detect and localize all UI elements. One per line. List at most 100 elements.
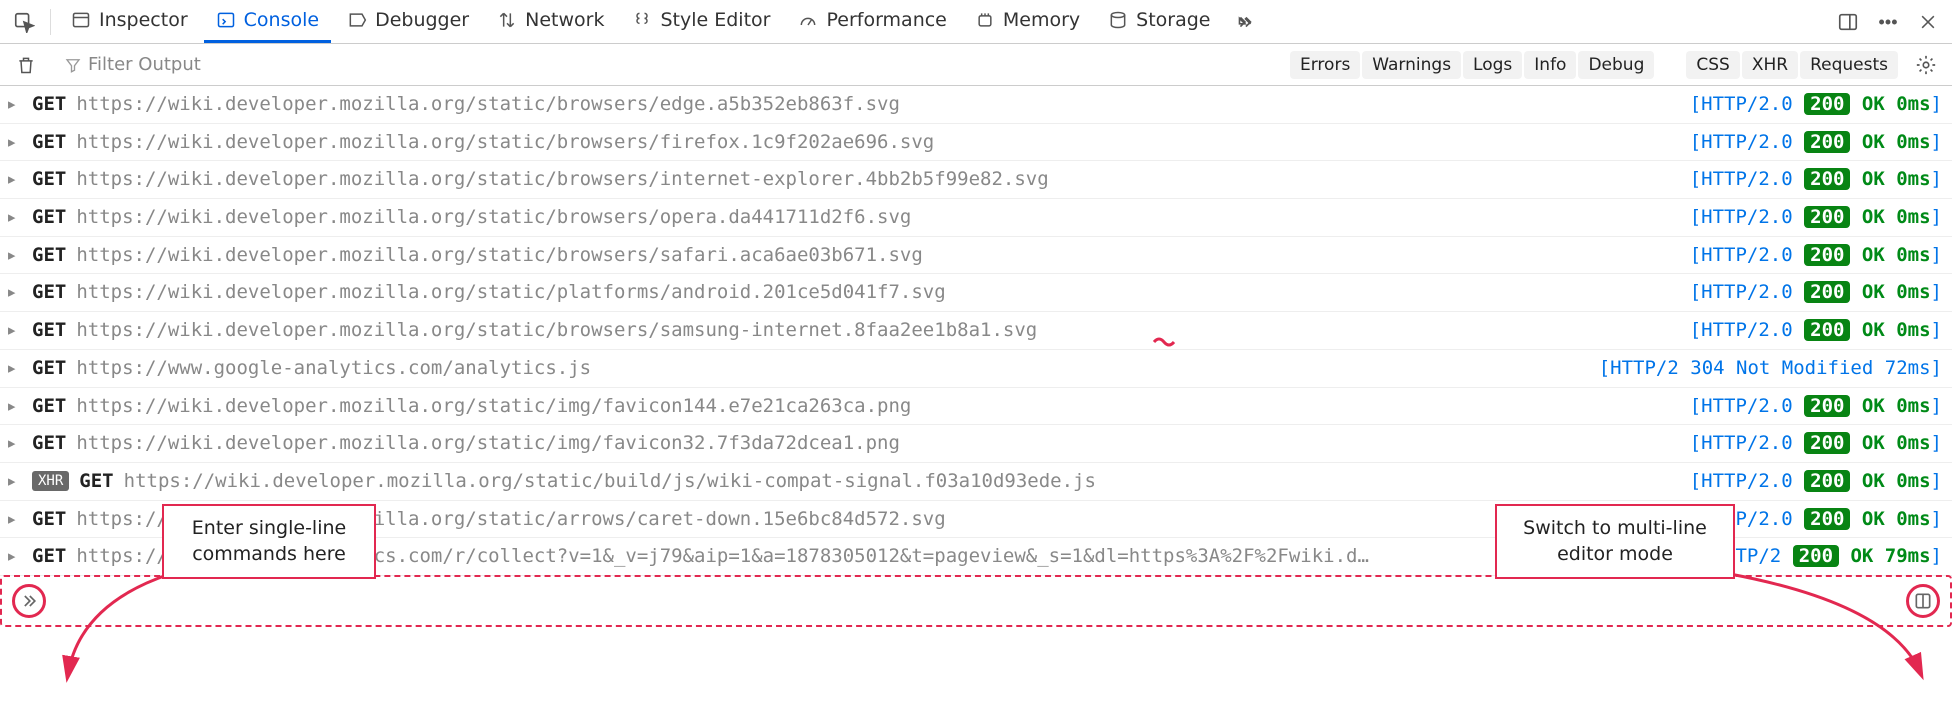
request-url[interactable]: https://wiki.developer.mozilla.org/stati… [76, 130, 1679, 155]
clear-console-button[interactable] [8, 47, 44, 83]
devtools-tabs: Inspector Console Debugger Network Style… [0, 0, 1952, 44]
tab-performance[interactable]: Performance [786, 0, 958, 43]
request-url[interactable]: https://wiki.developer.mozilla.org/stati… [76, 318, 1679, 343]
tab-label: Debugger [375, 9, 469, 31]
annotation-multi-line: Switch to multi-line editor mode [1495, 504, 1735, 579]
console-settings-button[interactable] [1908, 47, 1944, 83]
filter-xhr[interactable]: XHR [1742, 51, 1798, 79]
expand-arrow-icon[interactable]: ▸ [6, 280, 22, 305]
xhr-badge: XHR [32, 471, 69, 491]
request-url[interactable]: https://wiki.developer.mozilla.org/stati… [76, 167, 1679, 192]
annotation-arrow-left-icon [50, 564, 180, 704]
filter-debug[interactable]: Debug [1578, 51, 1654, 79]
expand-arrow-icon[interactable]: ▸ [6, 469, 22, 494]
request-status: [HTTP/2.0 200 OK 0ms] [1690, 280, 1942, 305]
request-status: [HTTP/2.0 200 OK 0ms] [1690, 130, 1942, 155]
close-devtools-button[interactable] [1910, 4, 1946, 40]
pick-element-button[interactable] [6, 4, 42, 40]
request-url[interactable]: https://wiki.developer.mozilla.org/stati… [76, 205, 1679, 230]
console-network-row[interactable]: ▸ GET https://wiki.developer.mozilla.org/s… [0, 237, 1952, 275]
tab-style-editor[interactable]: Style Editor [620, 0, 782, 43]
dock-side-button[interactable] [1830, 4, 1866, 40]
meatballs-menu-button[interactable] [1870, 4, 1906, 40]
tab-network[interactable]: Network [485, 0, 616, 43]
console-network-row[interactable]: ▸ GET https://wiki.developer.mozilla.org/s… [0, 199, 1952, 237]
tab-label: Memory [1003, 9, 1080, 31]
overflow-tabs-button[interactable] [1227, 4, 1263, 40]
expand-arrow-icon[interactable]: ▸ [6, 431, 22, 456]
console-network-row[interactable]: ▸GEThttps://wiki.developer.mozilla.org/s… [0, 388, 1952, 426]
console-network-row[interactable]: ▸ GET https://wiki.developer.mozilla.org/s… [0, 161, 1952, 199]
console-toolbar: Filter Output Errors Warnings Logs Info … [0, 44, 1952, 86]
request-method: GET [32, 280, 66, 305]
request-method: GET [32, 507, 66, 532]
expand-arrow-icon[interactable]: ▸ [6, 167, 22, 192]
request-method: GET [32, 130, 66, 155]
request-method: GET [32, 92, 66, 117]
console-input-row[interactable] [0, 575, 1952, 627]
request-method: GET [32, 356, 66, 381]
request-url[interactable]: https://wiki.developer.mozilla.org/stati… [76, 92, 1679, 117]
tab-label: Style Editor [660, 9, 770, 31]
request-status: [HTTP/2.0 200 OK 0ms] [1690, 318, 1942, 343]
request-method: GET [32, 205, 66, 230]
annotation-single-line: Enter single-line commands here [162, 504, 376, 579]
request-status: [HTTP/2.0 200 OK 0ms] [1690, 167, 1942, 192]
console-network-row[interactable]: ▸GEThttps://wiki.developer.mozilla.org/s… [0, 425, 1952, 463]
filter-info[interactable]: Info [1524, 51, 1576, 79]
console-network-row[interactable]: ▸ GET https://wiki.developer.mozilla.org/s… [0, 124, 1952, 162]
filter-errors[interactable]: Errors [1290, 51, 1360, 79]
request-status: [HTTP/2.0 200 OK 0ms] [1690, 469, 1942, 494]
tab-label: Performance [826, 9, 946, 31]
expand-arrow-icon[interactable]: ▸ [6, 243, 22, 268]
console-network-row[interactable]: ▸ GET https://wiki.developer.mozilla.org/s… [0, 274, 1952, 312]
filter-output-input[interactable]: Filter Output [64, 50, 1280, 80]
request-method: GET [32, 243, 66, 268]
console-network-row[interactable]: ▸ GET https://www.google-analytics.com/ana… [0, 350, 1952, 388]
request-url[interactable]: https://wiki.developer.mozilla.org/stati… [76, 243, 1679, 268]
tab-console[interactable]: Console [204, 0, 331, 43]
tab-memory[interactable]: Memory [963, 0, 1092, 43]
funnel-icon [64, 56, 82, 74]
tab-inspector[interactable]: Inspector [59, 0, 200, 43]
tab-label: Storage [1136, 9, 1210, 31]
scribble-mark-icon [1152, 334, 1192, 348]
tab-label: Network [525, 9, 604, 31]
tab-storage[interactable]: Storage [1096, 0, 1222, 43]
expand-arrow-icon[interactable]: ▸ [6, 356, 22, 381]
request-url[interactable]: https://wiki.developer.mozilla.org/stati… [76, 280, 1679, 305]
tab-label: Console [244, 9, 319, 31]
request-url[interactable]: https://www.google-analytics.com/analyti… [76, 356, 1588, 381]
request-status: [HTTP/2.0 200 OK 0ms] [1690, 394, 1942, 419]
filter-warnings[interactable]: Warnings [1362, 51, 1461, 79]
console-network-row[interactable]: ▸GEThttps://wiki.developer.mozilla.org/s… [0, 312, 1952, 350]
request-status: [HTTP/2.0 200 OK 0ms] [1690, 205, 1942, 230]
console-network-row[interactable]: ▸ XHR GET https://wiki.developer.mozilla.or… [0, 463, 1952, 501]
level-filter-group: Errors Warnings Logs Info Debug [1290, 51, 1654, 79]
filter-logs[interactable]: Logs [1463, 51, 1522, 79]
tab-debugger[interactable]: Debugger [335, 0, 481, 43]
tab-label: Inspector [99, 9, 188, 31]
net-filter-group: CSS XHR Requests [1686, 51, 1898, 79]
expand-arrow-icon[interactable]: ▸ [6, 92, 22, 117]
request-url[interactable]: https://wiki.developer.mozilla.org/stati… [124, 469, 1680, 494]
console-prompt-icon[interactable] [12, 584, 46, 618]
filter-css[interactable]: CSS [1686, 51, 1739, 79]
expand-arrow-icon[interactable]: ▸ [6, 130, 22, 155]
filter-requests[interactable]: Requests [1800, 51, 1898, 79]
console-output: ▸ GET https://wiki.developer.mozilla.org/s… [0, 86, 1952, 576]
request-status: [HTTP/2.0 200 OK 0ms] [1690, 92, 1942, 117]
console-network-row[interactable]: ▸ GET https://wiki.developer.mozilla.org/s… [0, 86, 1952, 124]
expand-arrow-icon[interactable]: ▸ [6, 544, 22, 569]
request-method: GET [79, 469, 113, 494]
expand-arrow-icon[interactable]: ▸ [6, 394, 22, 419]
request-method: GET [32, 167, 66, 192]
expand-arrow-icon[interactable]: ▸ [6, 507, 22, 532]
expand-arrow-icon[interactable]: ▸ [6, 205, 22, 230]
filter-placeholder: Filter Output [88, 54, 201, 75]
separator [50, 9, 51, 35]
request-status: [HTTP/2.0 200 OK 0ms] [1690, 431, 1942, 456]
request-url[interactable]: https://wiki.developer.mozilla.org/stati… [76, 431, 1679, 456]
request-url[interactable]: https://wiki.developer.mozilla.org/stati… [76, 394, 1679, 419]
expand-arrow-icon[interactable]: ▸ [6, 318, 22, 343]
